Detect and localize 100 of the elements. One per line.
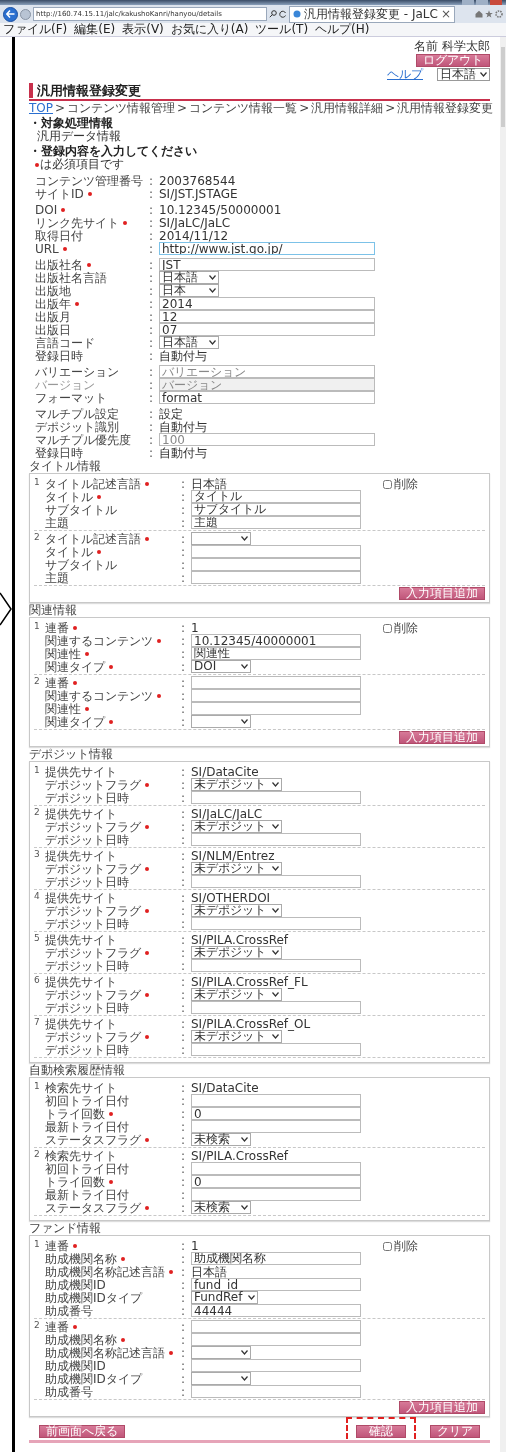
select-dropdown[interactable]: 未デポジット xyxy=(191,862,282,875)
text-field[interactable] xyxy=(191,1120,361,1133)
text-field[interactable] xyxy=(191,1359,361,1372)
text-field[interactable] xyxy=(191,1320,361,1333)
select-dropdown[interactable] xyxy=(191,532,251,545)
select-dropdown[interactable]: 日本 xyxy=(159,284,219,297)
field-label: 出版社名言語 xyxy=(35,271,107,284)
text-field[interactable] xyxy=(191,1094,361,1107)
field-separator: : xyxy=(149,408,155,420)
text-field[interactable]: 44444 xyxy=(191,1304,361,1317)
section-heading: ・対象処理情報 xyxy=(29,117,114,130)
back-button[interactable] xyxy=(3,6,18,22)
field-label: サブタイトル xyxy=(45,503,117,516)
select-dropdown[interactable]: 未デポジット xyxy=(191,778,282,791)
select-dropdown[interactable]: FundRef xyxy=(191,1291,259,1304)
select-dropdown[interactable]: 未デポジット xyxy=(191,1030,282,1043)
text-field[interactable] xyxy=(191,571,361,584)
page-icon xyxy=(293,10,301,18)
text-field[interactable]: 0 xyxy=(191,1175,361,1188)
field-label: バリエーション xyxy=(35,365,119,378)
select-dropdown[interactable]: 未検索 xyxy=(191,1133,251,1146)
minimize-icon[interactable] xyxy=(462,0,474,5)
footer-button[interactable]: 前画面へ戻る xyxy=(39,1425,125,1438)
language-select[interactable]: 日本語 xyxy=(437,68,490,81)
select-dropdown[interactable]: 未デポジット xyxy=(191,988,282,1001)
browser-tab[interactable]: 汎用情報登録変更 - JaLC × xyxy=(289,5,455,23)
text-field[interactable] xyxy=(191,833,361,846)
text-field[interactable] xyxy=(191,1162,361,1175)
text-field[interactable] xyxy=(191,1043,361,1056)
delete-checkbox[interactable] xyxy=(383,1241,392,1251)
scrollbar-thumb[interactable] xyxy=(501,47,505,127)
text-field[interactable] xyxy=(191,1188,361,1201)
text-field[interactable]: 関連性 xyxy=(191,647,361,660)
add-item-button[interactable]: 入力項目追加 xyxy=(399,1401,485,1414)
text-field[interactable] xyxy=(191,676,361,689)
search-icon[interactable] xyxy=(269,10,277,18)
menu-item[interactable]: ヘルプ(H) xyxy=(315,23,370,36)
text-field[interactable] xyxy=(191,1001,361,1014)
help-link[interactable]: ヘルプ xyxy=(387,68,423,81)
text-field[interactable] xyxy=(191,545,361,558)
field-label: 出版地 xyxy=(35,284,71,297)
field-separator: : xyxy=(181,1150,187,1162)
menu-item[interactable]: ツール(T) xyxy=(255,23,309,36)
select-dropdown[interactable] xyxy=(191,715,251,728)
footer-button[interactable]: 確認 xyxy=(356,1425,406,1438)
tab-close-button[interactable]: × xyxy=(440,7,451,21)
menu-item[interactable]: ファイル(F) xyxy=(3,23,68,36)
text-field[interactable] xyxy=(191,875,361,888)
text-field[interactable] xyxy=(191,791,361,804)
text-field[interactable]: 10.12345/40000001 xyxy=(191,634,361,647)
delete-checkbox[interactable] xyxy=(383,623,392,633)
text-field[interactable] xyxy=(191,702,361,715)
user-name: 名前 科学太郎 xyxy=(414,40,490,53)
select-dropdown[interactable]: 日本語 xyxy=(159,271,219,284)
caret-icon xyxy=(248,1295,256,1300)
close-icon[interactable] xyxy=(490,0,502,5)
home-icon[interactable] xyxy=(475,10,483,18)
select-dropdown[interactable]: 未検索 xyxy=(191,1201,251,1214)
add-item-button[interactable]: 入力項目追加 xyxy=(399,731,485,744)
refresh-icon[interactable] xyxy=(279,10,287,18)
text-field[interactable]: JST xyxy=(159,258,375,271)
field-label: デポジットフラグ xyxy=(45,820,141,833)
menu-item[interactable]: 編集(E) xyxy=(74,23,116,36)
text-field[interactable] xyxy=(191,1333,361,1346)
text-field[interactable]: 12 xyxy=(159,310,375,323)
select-dropdown[interactable]: 日本語 xyxy=(159,336,219,349)
text-field[interactable] xyxy=(191,558,361,571)
text-field[interactable]: 助成機関名称 xyxy=(191,1252,361,1265)
forward-button[interactable] xyxy=(20,8,31,20)
text-field[interactable] xyxy=(191,689,361,702)
field-label: 助成機関ID xyxy=(45,1278,106,1291)
select-dropdown[interactable]: 未デポジット xyxy=(191,946,282,959)
select-dropdown[interactable] xyxy=(191,1346,251,1359)
text-field[interactable] xyxy=(191,959,361,972)
text-field[interactable]: 2014 xyxy=(159,297,375,310)
add-item-button[interactable]: 入力項目追加 xyxy=(399,587,485,600)
settings-icon[interactable] xyxy=(495,10,503,18)
field-separator: : xyxy=(181,1018,187,1030)
text-field[interactable]: 0 xyxy=(191,1107,361,1120)
text-field[interactable] xyxy=(191,1385,361,1398)
maximize-icon[interactable] xyxy=(476,0,488,5)
field-label: 連番 xyxy=(45,676,69,689)
breadcrumb-link[interactable]: TOP xyxy=(29,102,53,115)
text-field[interactable]: バリエーション xyxy=(159,365,375,378)
entry-number: 1 xyxy=(34,765,41,777)
menu-item[interactable]: お気に入り(A) xyxy=(170,23,249,36)
text-field[interactable]: タイトル xyxy=(191,490,361,503)
field-label: 主題 xyxy=(45,516,69,529)
delete-checkbox[interactable] xyxy=(383,479,392,489)
star-icon[interactable] xyxy=(485,10,493,18)
select-dropdown[interactable]: 未デポジット xyxy=(191,820,282,833)
select-dropdown[interactable]: DOI xyxy=(191,660,251,673)
text-field[interactable] xyxy=(191,917,361,930)
text-field[interactable]: 07 xyxy=(159,323,375,336)
text-field[interactable]: format xyxy=(159,391,375,404)
field-label: デポジットフラグ xyxy=(45,778,141,791)
text-field[interactable]: 100 xyxy=(159,433,375,446)
menu-item[interactable]: 表示(V) xyxy=(122,23,164,36)
select-dropdown[interactable] xyxy=(191,1372,251,1385)
select-dropdown[interactable]: 未デポジット xyxy=(191,904,282,917)
